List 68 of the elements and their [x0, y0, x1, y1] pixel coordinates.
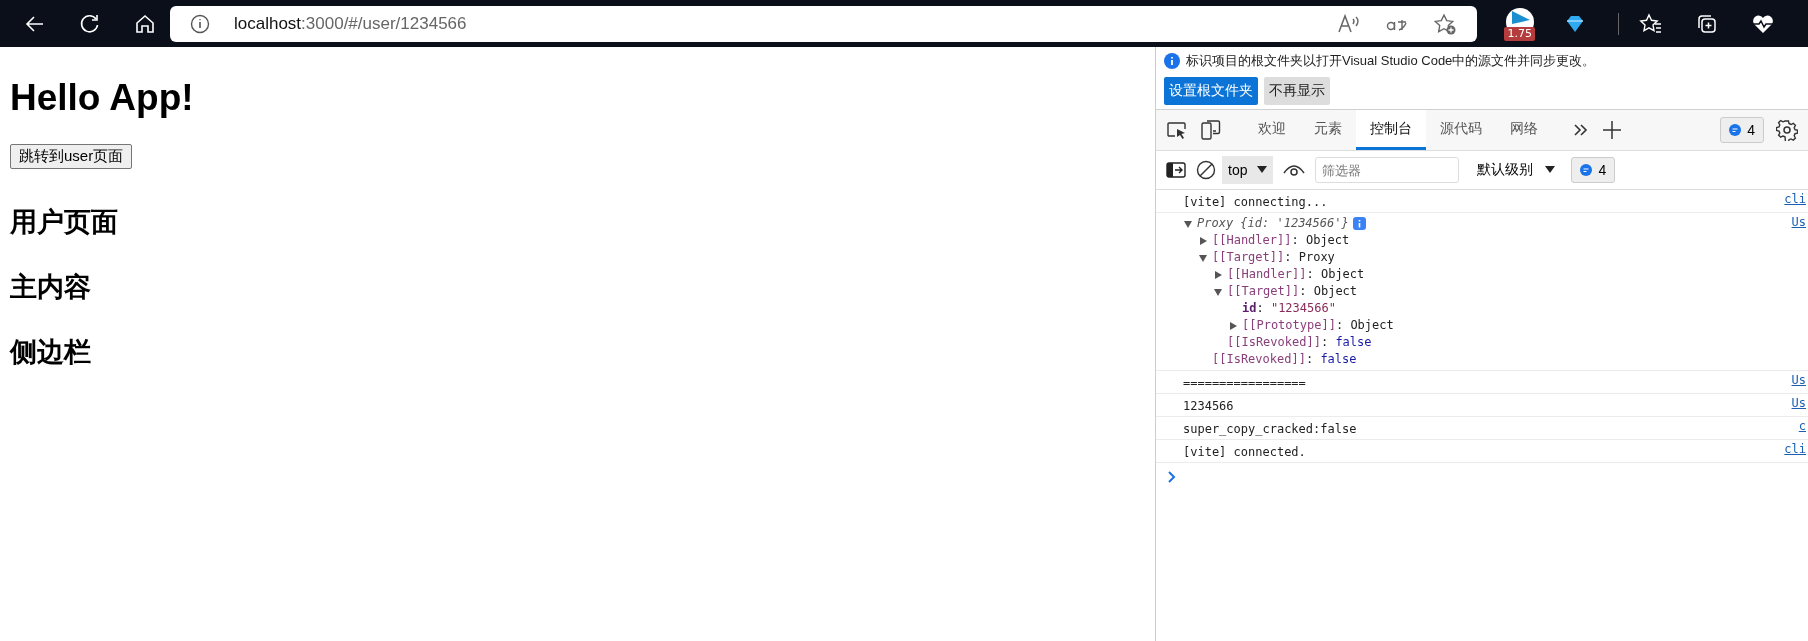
- source-link[interactable]: cli: [1784, 192, 1808, 210]
- notice-button[interactable]: 设置根文件夹: [1164, 77, 1258, 105]
- caret-icon: [1257, 166, 1268, 174]
- level-dropdown[interactable]: 默认级别: [1471, 160, 1562, 180]
- expand-arrow-icon[interactable]: [1198, 235, 1208, 246]
- context-dropdown[interactable]: top: [1222, 156, 1274, 184]
- info-icon: [190, 13, 210, 34]
- url-text: localhost:3000/#/user/1234566: [234, 13, 467, 34]
- console-message: super_copy_cracked:false: [1183, 422, 1357, 436]
- property-entry: [[Target]]: Object: [1227, 284, 1358, 299]
- section-heading: 用户页面: [10, 206, 119, 239]
- expand-arrow-icon[interactable]: [1198, 252, 1208, 263]
- info-icon: [1164, 53, 1180, 69]
- address-bar[interactable]: localhost:3000/#/user/1234566: [170, 5, 1478, 42]
- chat-bubble-icon: [1580, 164, 1593, 176]
- property-entry: [[IsRevoked]]: false: [1227, 335, 1372, 350]
- settings-icon[interactable]: [1776, 119, 1798, 141]
- add-favorite-icon[interactable]: [1433, 12, 1458, 35]
- source-link[interactable]: Us: [1791, 215, 1808, 368]
- property-entry: [[IsRevoked]]: false: [1212, 352, 1357, 367]
- source-link[interactable]: Us: [1791, 373, 1808, 391]
- devtools-tab[interactable]: 源代码: [1426, 110, 1496, 150]
- favorites-icon[interactable]: [1639, 12, 1663, 35]
- property-entry: id: "1234566": [1242, 301, 1336, 316]
- gem-icon[interactable]: [1565, 14, 1585, 33]
- expand-arrow-icon[interactable]: [1183, 218, 1193, 229]
- object-summary[interactable]: Proxy {id: '1234566'}: [1197, 216, 1349, 231]
- inspect-icon[interactable]: [1166, 120, 1188, 140]
- section-heading: 侧边栏: [10, 336, 92, 369]
- devtools-tab[interactable]: 元素: [1300, 110, 1356, 150]
- property-entry: [[Handler]]: Object: [1212, 233, 1350, 248]
- console-message: [vite] connected.: [1183, 445, 1306, 459]
- devtools-tab[interactable]: 欢迎: [1244, 110, 1300, 150]
- section-heading: 主内容: [10, 271, 92, 304]
- devtools-tab[interactable]: 控制台: [1356, 110, 1426, 150]
- filter-field[interactable]: 筛选器: [1315, 157, 1460, 183]
- prompt-chevron-icon[interactable]: [1168, 471, 1176, 483]
- info-icon[interactable]: [1352, 217, 1366, 230]
- notice-text: 标识项目的根文件夹以打开Visual Studio Code中的源文件并同步更改。: [1186, 52, 1596, 70]
- sidebar-toggle-icon[interactable]: [1166, 162, 1186, 178]
- property-entry: [[Target]]: Proxy: [1212, 250, 1335, 265]
- home-icon[interactable]: [134, 12, 156, 35]
- property-entry: [[Handler]]: Object: [1227, 267, 1365, 282]
- expand-arrow-icon[interactable]: [1213, 269, 1223, 280]
- collections-icon[interactable]: [1696, 12, 1718, 35]
- issues-button[interactable]: 4: [1720, 117, 1764, 143]
- expand-arrow-icon[interactable]: [1213, 286, 1223, 297]
- chat-bubble-icon: [1729, 124, 1742, 136]
- caret-icon: [1545, 166, 1556, 174]
- notice-button[interactable]: 不再显示: [1264, 77, 1330, 105]
- property-entry: [[Prototype]]: Object: [1242, 318, 1394, 333]
- eye-icon[interactable]: [1283, 163, 1306, 177]
- console-message: 1234566: [1183, 399, 1234, 413]
- console-message: [vite] connecting...: [1183, 195, 1328, 209]
- device-icon[interactable]: [1200, 119, 1222, 141]
- source-link[interactable]: Us: [1791, 396, 1808, 414]
- read-aloud-icon[interactable]: [1337, 12, 1362, 35]
- refresh-icon[interactable]: [79, 12, 101, 35]
- expand-arrow-icon[interactable]: [1228, 320, 1238, 331]
- add-icon[interactable]: [1602, 120, 1622, 140]
- clear-console-icon[interactable]: [1196, 160, 1216, 180]
- source-link[interactable]: c: [1798, 419, 1808, 437]
- source-link[interactable]: cli: [1784, 442, 1808, 460]
- navigate-button[interactable]: 跳转到user页面: [10, 144, 133, 169]
- page-title: Hello App!: [10, 77, 195, 119]
- message-count-button[interactable]: 4: [1571, 157, 1616, 183]
- devtools-tab[interactable]: 网络: [1496, 110, 1552, 150]
- console-message: =================: [1183, 376, 1306, 390]
